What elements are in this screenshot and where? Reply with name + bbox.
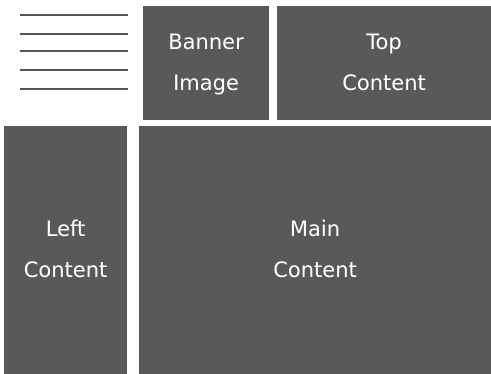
menu-line [20,14,128,16]
banner-image-block: Banner Image [143,6,269,120]
menu-line [20,69,128,71]
left-label-line2: Content [23,258,108,282]
main-label-line2: Content [273,258,357,282]
main-content-block: Main Content [139,126,491,374]
top-label-line1: Top [366,30,402,54]
banner-label-line2: Image [173,71,239,95]
hamburger-menu-icon[interactable] [20,12,128,94]
menu-line [20,50,128,52]
main-label-line1: Main [289,217,341,241]
banner-label-line1: Banner [168,30,244,54]
top-content-block: Top Content [277,6,491,120]
left-label-line1: Left [45,217,86,241]
menu-line [20,88,128,90]
left-content-block: Left Content [4,126,127,374]
menu-line [20,33,128,35]
top-label-line2: Content [342,71,426,95]
